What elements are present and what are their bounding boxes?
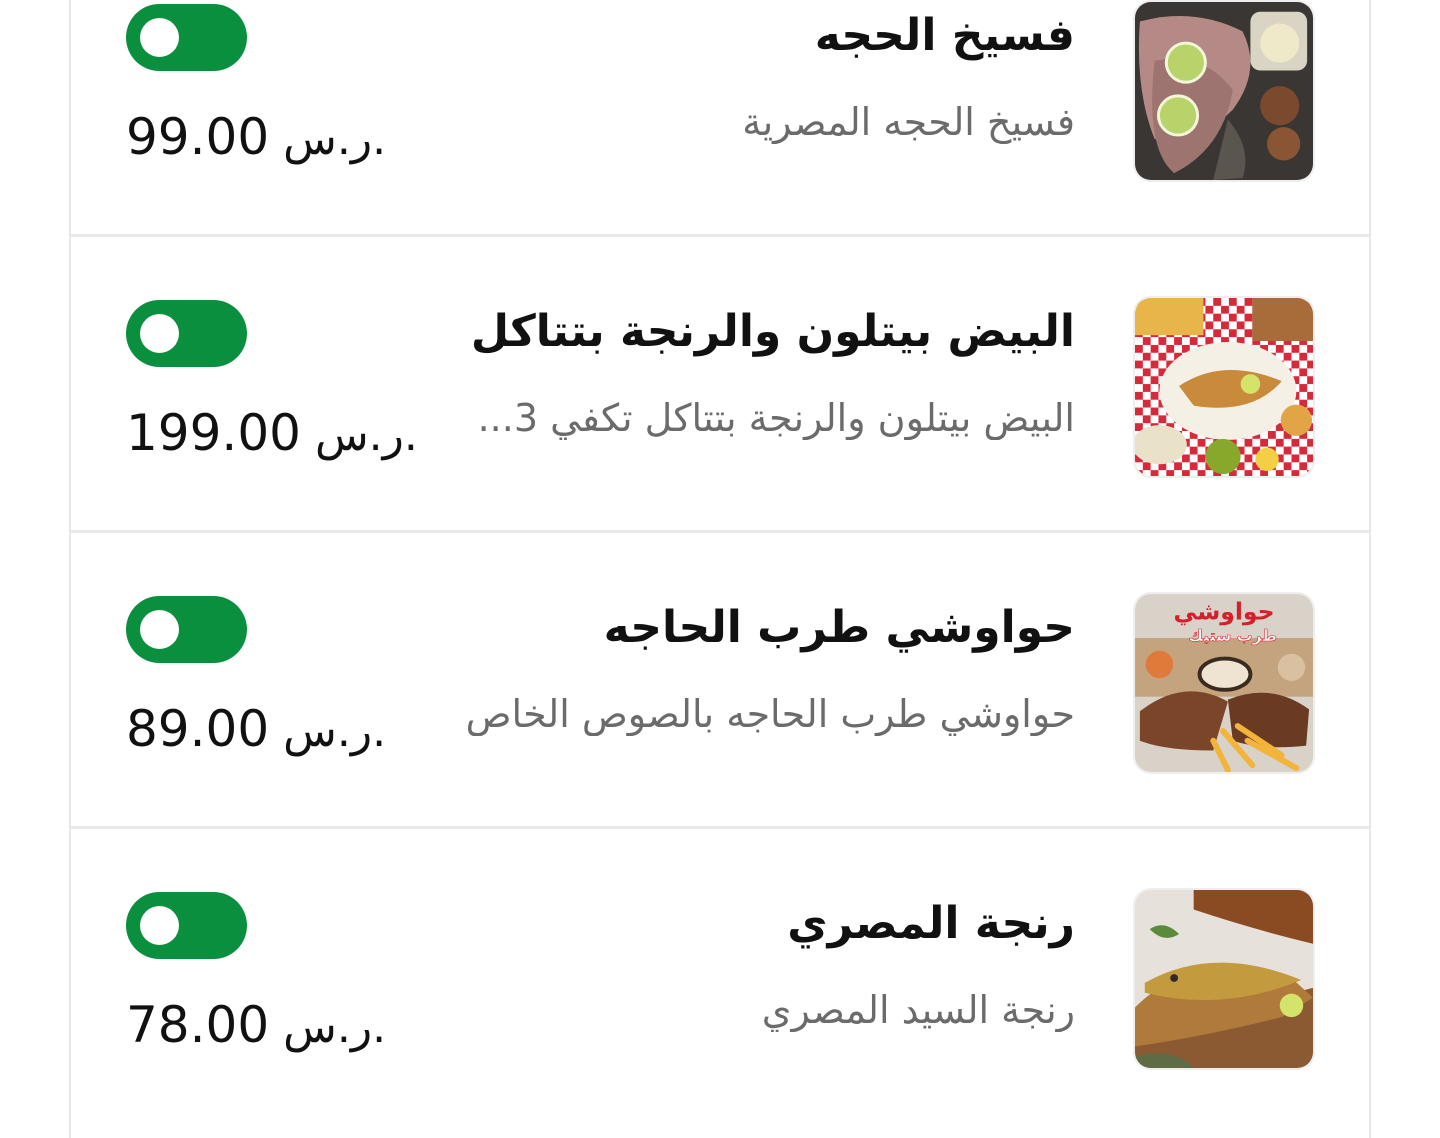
price-currency: ر.س.	[283, 706, 387, 757]
item-photo	[1133, 888, 1315, 1070]
price-currency: ر.س.	[283, 114, 387, 165]
item-price: 89.00 ر.س.	[126, 700, 386, 758]
item-title: حواوشي طرب الحاجه	[603, 602, 1075, 653]
price-amount: 78.00	[126, 996, 270, 1054]
item-photo	[1133, 0, 1315, 182]
item-photo: حواوشي طرب ستيك	[1133, 592, 1315, 774]
menu-item-row: البيض بيتلون والرنجة بتتاكل البيض بيتلون…	[71, 234, 1369, 533]
item-title: البيض بيتلون والرنجة بتتاكل	[470, 306, 1075, 357]
toggle-knob	[140, 906, 179, 945]
menu-items-list: فسيخ الحجه فسيخ الحجه المصرية 99.00 ر.س.	[69, 0, 1371, 1138]
svg-text:طرب ستيك: طرب ستيك	[1189, 626, 1277, 645]
item-description: البيض بيتلون والرنجة بتتاكل تكفي 3...	[477, 396, 1075, 440]
availability-toggle[interactable]	[126, 892, 247, 959]
toggle-knob	[140, 18, 179, 57]
item-price: 78.00 ر.س.	[126, 996, 386, 1054]
hawawshi-photo-icon: حواوشي طرب ستيك	[1135, 594, 1313, 772]
item-title: رنجة المصري	[787, 898, 1075, 949]
item-description: فسيخ الحجه المصرية	[742, 100, 1075, 144]
toggle-knob	[140, 610, 179, 649]
availability-toggle[interactable]	[126, 596, 247, 663]
item-price: 199.00 ر.س.	[126, 404, 418, 462]
item-title: فسيخ الحجه	[814, 10, 1075, 61]
fesikh-dish-photo-icon	[1135, 2, 1313, 180]
menu-item-row: فسيخ الحجه فسيخ الحجه المصرية 99.00 ر.س.	[71, 0, 1369, 237]
item-price: 99.00 ر.س.	[126, 108, 386, 166]
item-photo	[1133, 296, 1315, 478]
price-amount: 89.00	[126, 700, 270, 758]
toggle-knob	[140, 314, 179, 353]
price-currency: ر.س.	[314, 410, 418, 461]
availability-toggle[interactable]	[126, 4, 247, 71]
smoked-herring-photo-icon	[1135, 890, 1313, 1068]
price-amount: 99.00	[126, 108, 270, 166]
price-currency: ر.س.	[283, 1002, 387, 1053]
item-description: حواوشي طرب الحاجه بالصوص الخاص	[465, 692, 1075, 736]
herring-platter-photo-icon	[1135, 298, 1313, 476]
menu-item-row: رنجة المصري رنجة السيد المصري 78.00 ر.س.	[71, 826, 1369, 1122]
price-amount: 199.00	[126, 404, 301, 462]
item-description: رنجة السيد المصري	[761, 988, 1075, 1032]
svg-text:حواوشي: حواوشي	[1173, 597, 1274, 625]
availability-toggle[interactable]	[126, 300, 247, 367]
menu-item-row: حواوشي طرب ستيك حواوشي طرب الحاجه حواوشي…	[71, 530, 1369, 829]
